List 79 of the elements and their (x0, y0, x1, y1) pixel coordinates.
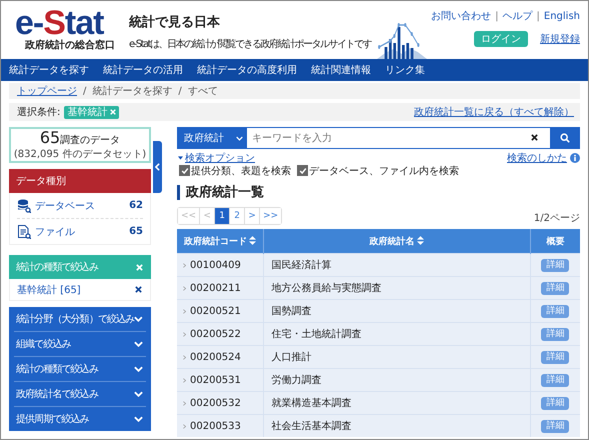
filter-accordion[interactable]: 政府統計名で絞込み (14, 382, 146, 407)
header-link[interactable]: English (544, 11, 580, 22)
table-cell: 国民経済計算 (263, 254, 530, 276)
remove-icon[interactable] (110, 109, 116, 115)
sort-icon[interactable] (416, 236, 424, 244)
table-cell: 00200533 (190, 420, 241, 432)
nav-item[interactable]: 統計データの活用 (103, 63, 183, 77)
nav-item[interactable]: 統計データの高度利用 (197, 63, 297, 77)
nav-item[interactable]: 統計関連情報 (311, 63, 371, 77)
table-cell: 00200211 (190, 282, 241, 294)
scope-dropdown[interactable]: 政府統計 (177, 127, 247, 149)
list-heading: 政府統計一覧 (177, 185, 580, 200)
logo-subtitle: 政府統計の総合窓口 (25, 40, 115, 52)
table-cell: 00200532 (190, 398, 241, 408)
site-title: 統計で見る日本 (129, 14, 221, 31)
checkbox[interactable] (297, 165, 308, 176)
column-header[interactable]: 政府統計名 (263, 229, 530, 254)
site-tagline: e-Statは、日本の統計が閲覧できる政府統計ポータルサイトです (129, 38, 372, 51)
breadcrumb-text: すべて (188, 85, 218, 98)
link-separator: | (536, 11, 540, 22)
reset-link[interactable]: 政府統計一覧に戻る（すべて解除） (414, 105, 574, 119)
table-cell: 00200524 (190, 352, 241, 362)
survey-count-label: 調査のデータ (60, 135, 120, 146)
table-cell: 労働力調査 (263, 368, 530, 392)
table-cell: 国勢調査 (263, 300, 530, 322)
table-cell: 人口推計 (263, 346, 530, 368)
checkbox-label: 提供分類、表題を検索 (191, 164, 291, 178)
breadcrumb-text: 統計データを探す (92, 84, 172, 98)
clear-icon[interactable] (531, 134, 538, 141)
database-icon (17, 198, 31, 212)
page-info: 1/2ページ (534, 212, 580, 225)
nav-item[interactable]: 統計データを探す (9, 63, 89, 77)
data-kind-item[interactable]: データベース 62 (17, 193, 143, 219)
filter-accordion[interactable]: 統計の種類で絞込み (14, 357, 146, 382)
table-cell: 00200521 (190, 306, 241, 316)
close-icon[interactable] (135, 286, 142, 293)
search-options-link[interactable]: 検索オプション (185, 151, 255, 165)
info-icon (570, 153, 580, 163)
breadcrumb-separator: / (83, 86, 86, 96)
breadcrumb-separator: / (178, 86, 182, 96)
checkbox-label: データベース、ファイル内を検索 (309, 164, 459, 178)
keyword-input[interactable]: キーワードを入力 (247, 127, 550, 149)
data-kind-item[interactable]: ファイル 65 (17, 219, 143, 244)
breadcrumb-link[interactable]: トップページ (17, 84, 77, 98)
caret-icon (236, 136, 243, 140)
chevron-left-icon (155, 163, 160, 171)
table-cell: 社会生活基本調査 (263, 414, 530, 437)
data-kind-header: データ種別 (9, 169, 151, 193)
table-cell: 住宅・土地統計調査 (263, 322, 530, 346)
survey-count: 65 (40, 128, 60, 147)
table-cell: 就業構造基本調査 (263, 392, 530, 414)
logo-wordmark[interactable]: e-Stat (15, 6, 104, 40)
collapse-tab[interactable] (153, 141, 162, 193)
document-icon (17, 224, 31, 238)
link-separator: | (495, 11, 499, 22)
header-link[interactable]: ヘルプ (502, 11, 533, 22)
search-help-link[interactable]: 検索のしかた (507, 151, 567, 165)
column-header[interactable]: 概要 (530, 229, 580, 254)
nav-item[interactable]: リンク集 (385, 63, 425, 77)
table-cell: 地方公務員給与実態調査 (263, 276, 530, 300)
selection-label: 選択条件: (17, 106, 60, 119)
header-link[interactable]: お問い合わせ (431, 11, 492, 22)
register-link[interactable]: 新規登録 (540, 32, 580, 46)
page-button[interactable]: 1 (214, 208, 230, 224)
active-filter-title: 統計の種類で絞込み (16, 260, 98, 274)
sort-icon[interactable] (248, 236, 256, 244)
filter-accordion[interactable]: 提供周期で絞込み (14, 407, 146, 431)
filter-accordion[interactable]: 組織で絞込み (14, 332, 146, 357)
dataset-count: (832,095 件のデータセット) (12, 149, 148, 161)
table-cell: 00100409 (190, 260, 241, 270)
caret-icon (178, 156, 183, 160)
column-header[interactable]: 政府統計コード (177, 229, 263, 254)
page-button[interactable]: >> (259, 208, 282, 224)
filter-accordion[interactable]: 統計分野（大分類）で絞込み (14, 307, 146, 332)
checkbox[interactable] (179, 165, 190, 176)
table-cell: 00200522 (190, 328, 241, 340)
search-button[interactable] (550, 127, 580, 149)
search-icon (560, 133, 570, 143)
table-cell: 00200531 (190, 374, 241, 386)
